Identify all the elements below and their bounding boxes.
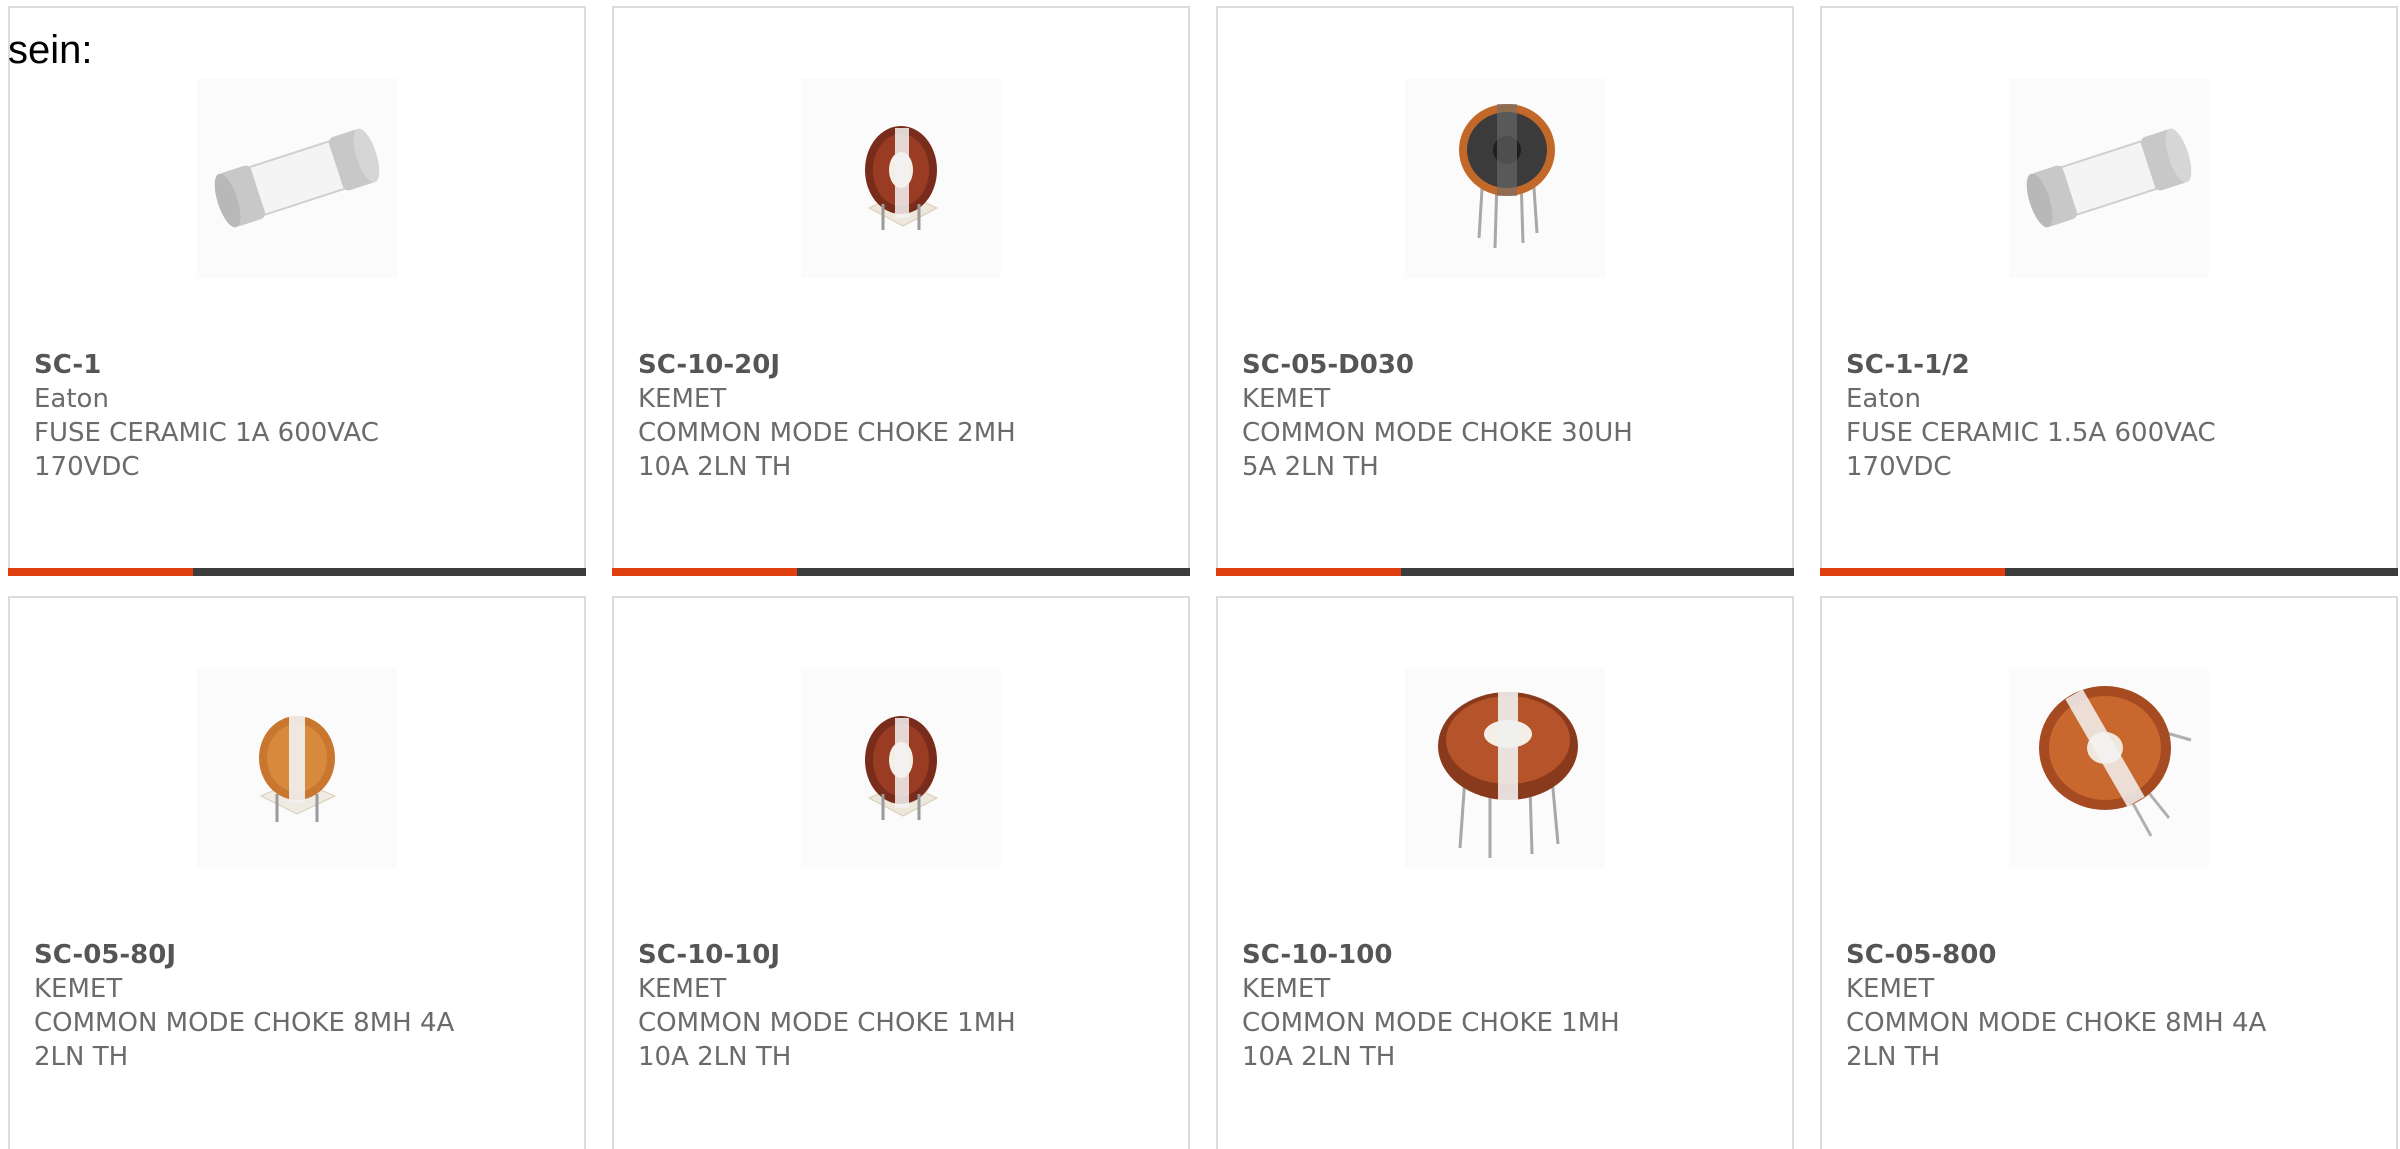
- part-number[interactable]: SC-1: [34, 348, 560, 382]
- part-number[interactable]: SC-05-80J: [34, 938, 560, 972]
- product-image: [801, 668, 1001, 868]
- description: FUSE CERAMIC 1A 600VAC 170VDC: [34, 418, 379, 482]
- part-number[interactable]: SC-1-1/2: [1846, 348, 2372, 382]
- product-info: SC-05-D030 KEMET COMMON MODE CHOKE 30UH …: [1242, 348, 1768, 484]
- manufacturer: KEMET: [638, 384, 727, 414]
- product-image: [2009, 78, 2209, 278]
- description: COMMON MODE CHOKE 1MH 10A 2LN TH: [638, 1008, 1016, 1072]
- product-image: [1405, 78, 1605, 278]
- card-bar: [1216, 568, 1794, 576]
- common-mode-choke-icon: [1438, 692, 1578, 858]
- card-bar-accent: [8, 568, 193, 576]
- card-bar: [8, 568, 586, 576]
- card-bar: [612, 568, 1190, 576]
- card-bar: [1820, 568, 2398, 576]
- product-info: SC-10-10J KEMET COMMON MODE CHOKE 1MH 10…: [638, 938, 1164, 1074]
- product-image: [197, 78, 397, 278]
- part-number[interactable]: SC-05-800: [1846, 938, 2372, 972]
- common-mode-choke-icon: [259, 716, 337, 822]
- ceramic-fuse-icon: [2026, 128, 2192, 228]
- product-grid: SC-1 Eaton FUSE CERAMIC 1A 600VAC 170VDC…: [0, 0, 2400, 1149]
- product-card[interactable]: SC-10-20J KEMET COMMON MODE CHOKE 2MH 10…: [612, 6, 1190, 576]
- description: COMMON MODE CHOKE 1MH 10A 2LN TH: [1242, 1008, 1620, 1072]
- product-info: SC-05-800 KEMET COMMON MODE CHOKE 8MH 4A…: [1846, 938, 2372, 1074]
- product-card[interactable]: SC-1-1/2 Eaton FUSE CERAMIC 1.5A 600VAC …: [1820, 6, 2398, 576]
- product-image: [1405, 668, 1605, 868]
- description: FUSE CERAMIC 1.5A 600VAC 170VDC: [1846, 418, 2216, 482]
- card-bar-accent: [1820, 568, 2005, 576]
- product-card[interactable]: SC-10-10J KEMET COMMON MODE CHOKE 1MH 10…: [612, 596, 1190, 1149]
- product-card[interactable]: SC-10-100 KEMET COMMON MODE CHOKE 1MH 10…: [1216, 596, 1794, 1149]
- description: COMMON MODE CHOKE 8MH 4A 2LN TH: [1846, 1008, 2267, 1072]
- ceramic-fuse-icon: [214, 128, 380, 228]
- description: COMMON MODE CHOKE 2MH 10A 2LN TH: [638, 418, 1016, 482]
- part-number[interactable]: SC-10-100: [1242, 938, 1768, 972]
- intro-text: sein:: [8, 28, 93, 72]
- description: COMMON MODE CHOKE 30UH 5A 2LN TH: [1242, 418, 1633, 482]
- product-image: [801, 78, 1001, 278]
- manufacturer: KEMET: [638, 974, 727, 1004]
- common-mode-choke-icon: [1459, 104, 1555, 249]
- card-bar-accent: [1216, 568, 1401, 576]
- common-mode-choke-icon: [2039, 686, 2192, 837]
- product-info: SC-10-100 KEMET COMMON MODE CHOKE 1MH 10…: [1242, 938, 1768, 1074]
- part-number[interactable]: SC-10-20J: [638, 348, 1164, 382]
- part-number[interactable]: SC-05-D030: [1242, 348, 1768, 382]
- manufacturer: KEMET: [1846, 974, 1935, 1004]
- card-bar-accent: [612, 568, 797, 576]
- manufacturer: KEMET: [34, 974, 123, 1004]
- manufacturer: KEMET: [1242, 974, 1331, 1004]
- product-card[interactable]: SC-05-D030 KEMET COMMON MODE CHOKE 30UH …: [1216, 6, 1794, 576]
- product-info: SC-1 Eaton FUSE CERAMIC 1A 600VAC 170VDC: [34, 348, 560, 484]
- product-image: [197, 668, 397, 868]
- product-card[interactable]: SC-05-800 KEMET COMMON MODE CHOKE 8MH 4A…: [1820, 596, 2398, 1149]
- manufacturer: KEMET: [1242, 384, 1331, 414]
- product-info: SC-05-80J KEMET COMMON MODE CHOKE 8MH 4A…: [34, 938, 560, 1074]
- manufacturer: Eaton: [1846, 384, 1921, 414]
- product-info: SC-1-1/2 Eaton FUSE CERAMIC 1.5A 600VAC …: [1846, 348, 2372, 484]
- description: COMMON MODE CHOKE 8MH 4A 2LN TH: [34, 1008, 455, 1072]
- product-image: [2009, 668, 2209, 868]
- product-card[interactable]: SC-05-80J KEMET COMMON MODE CHOKE 8MH 4A…: [8, 596, 586, 1149]
- common-mode-choke-icon: [865, 126, 939, 230]
- product-card[interactable]: SC-1 Eaton FUSE CERAMIC 1A 600VAC 170VDC: [8, 6, 586, 576]
- common-mode-choke-icon: [865, 716, 939, 820]
- product-info: SC-10-20J KEMET COMMON MODE CHOKE 2MH 10…: [638, 348, 1164, 484]
- part-number[interactable]: SC-10-10J: [638, 938, 1164, 972]
- manufacturer: Eaton: [34, 384, 109, 414]
